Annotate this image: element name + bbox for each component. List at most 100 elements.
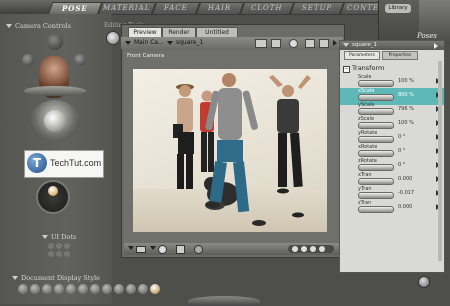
settings-icon[interactable] xyxy=(319,39,329,48)
layout-icon[interactable] xyxy=(136,246,146,253)
preview-dot[interactable] xyxy=(301,246,307,252)
tab-face[interactable]: FACE xyxy=(151,2,201,15)
property-figure-select[interactable]: square_1 xyxy=(343,42,377,48)
transform-group-label: Transform xyxy=(352,64,385,72)
dropdown-icon xyxy=(343,42,349,47)
ui-dots-header[interactable]: UI Dots xyxy=(42,233,76,241)
param-dial[interactable] xyxy=(358,108,394,115)
display-style-button[interactable] xyxy=(42,284,52,294)
menu-arrow-icon[interactable] xyxy=(333,40,337,46)
preview-dot[interactable] xyxy=(319,246,325,252)
param-dial[interactable] xyxy=(358,122,394,129)
display-style-buttons xyxy=(18,284,168,296)
front-camera-label: Front Camera xyxy=(127,53,165,59)
light-preview-icon[interactable] xyxy=(194,245,203,254)
preview-dot[interactable] xyxy=(310,246,316,252)
ui-dot[interactable] xyxy=(56,243,62,249)
figure-select[interactable]: square_1 xyxy=(167,39,203,46)
tab-hair[interactable]: HAIR xyxy=(195,2,245,15)
library-panel: Library Poses xyxy=(378,0,450,44)
render-icon[interactable] xyxy=(271,39,281,48)
camera-controls-header[interactable]: Camera Controls xyxy=(6,22,71,30)
param-value[interactable]: 100 % xyxy=(398,120,414,126)
display-style-button[interactable] xyxy=(30,284,40,294)
param-ztran[interactable]: zTran 0.000 xyxy=(340,200,444,217)
shading-dropdown-icon[interactable] xyxy=(150,246,156,250)
param-dial[interactable] xyxy=(358,192,394,199)
display-style-button[interactable] xyxy=(102,284,112,294)
trackball-sphere-icon[interactable] xyxy=(44,110,66,132)
param-value[interactable]: 0.000 xyxy=(398,204,412,210)
document-toolbar: Main Ca... square_1 xyxy=(121,37,343,49)
square-icon[interactable] xyxy=(305,39,315,48)
param-value[interactable]: 800 % xyxy=(398,92,414,98)
3d-viewport[interactable] xyxy=(133,69,327,232)
ui-dot[interactable] xyxy=(64,243,70,249)
animation-controls-tab[interactable] xyxy=(188,296,260,306)
figure-hands-on-head xyxy=(269,75,311,218)
param-value[interactable]: 0 ° xyxy=(398,148,405,154)
sphere-icon[interactable] xyxy=(289,39,298,48)
param-value[interactable]: -0.017 xyxy=(398,190,414,196)
left-hand-camera-icon[interactable] xyxy=(22,54,34,66)
param-dial[interactable] xyxy=(358,80,394,87)
shading-icon[interactable] xyxy=(158,245,167,254)
param-dial[interactable] xyxy=(358,136,394,143)
param-dial[interactable] xyxy=(358,94,394,101)
rotate-tool-icon[interactable] xyxy=(106,31,120,45)
tab-parameters[interactable]: Parameters xyxy=(344,51,380,60)
param-value[interactable]: 0.000 xyxy=(398,176,412,182)
display-style-button[interactable] xyxy=(114,284,124,294)
document-bottom-bar xyxy=(124,243,342,255)
camera-ring xyxy=(24,86,86,96)
face-camera-icon[interactable] xyxy=(47,34,63,50)
tab-properties[interactable]: Properties xyxy=(382,51,418,60)
display-style-button[interactable] xyxy=(138,284,148,294)
param-value[interactable]: 796 % xyxy=(398,106,414,112)
panel-menu-icon[interactable] xyxy=(434,43,438,49)
ui-dot[interactable] xyxy=(48,251,54,257)
document-display-style-header[interactable]: Document Display Style xyxy=(12,274,100,282)
display-style-button[interactable] xyxy=(66,284,76,294)
display-style-button[interactable] xyxy=(90,284,100,294)
camera-view-icon[interactable] xyxy=(255,39,267,48)
library-tab[interactable]: Library xyxy=(385,4,411,13)
param-dial[interactable] xyxy=(358,178,394,185)
scene-figures xyxy=(173,73,311,226)
library-poses-label[interactable]: Poses xyxy=(417,32,437,40)
display-style-button-active[interactable] xyxy=(150,284,160,294)
param-dial[interactable] xyxy=(358,164,394,171)
param-dial[interactable] xyxy=(358,150,394,157)
figure-hat-man xyxy=(173,84,194,189)
ui-dot[interactable] xyxy=(56,251,62,257)
display-style-button[interactable] xyxy=(126,284,136,294)
camera-select[interactable]: Main Ca... xyxy=(125,39,164,46)
display-style-button[interactable] xyxy=(78,284,88,294)
parameters-panel-header: square_1 xyxy=(340,41,444,50)
right-hand-camera-icon[interactable] xyxy=(74,54,86,66)
ui-dot[interactable] xyxy=(48,243,54,249)
parameters-scrollbar[interactable] xyxy=(438,61,442,261)
techtut-logo-icon: T xyxy=(27,153,47,173)
param-dial[interactable] xyxy=(358,206,394,213)
techtut-watermark: T TechTut.com xyxy=(24,150,104,178)
tool-icon[interactable] xyxy=(176,245,185,254)
help-icon[interactable] xyxy=(418,276,430,288)
display-style-button[interactable] xyxy=(54,284,64,294)
display-style-button[interactable] xyxy=(18,284,28,294)
tab-setup[interactable]: SETUP xyxy=(289,2,345,15)
param-value[interactable]: 100 % xyxy=(398,78,414,84)
light-sphere-icon[interactable] xyxy=(48,186,58,196)
ui-dot[interactable] xyxy=(64,251,70,257)
dropdown-icon xyxy=(125,40,131,45)
tab-cloth[interactable]: CLOTH xyxy=(239,2,295,15)
collapse-triangle-icon xyxy=(6,24,12,28)
param-value[interactable]: 0 ° xyxy=(398,134,405,140)
ui-dots-grid xyxy=(48,243,72,261)
preview-dots-control xyxy=(288,245,334,253)
parameters-panel: square_1 Parameters Properties − Transfo… xyxy=(339,40,445,273)
param-value[interactable]: 0 ° xyxy=(398,162,405,168)
collapse-box-icon[interactable]: − xyxy=(343,66,350,73)
layout-dropdown-icon[interactable] xyxy=(128,246,134,250)
preview-dot[interactable] xyxy=(292,246,298,252)
